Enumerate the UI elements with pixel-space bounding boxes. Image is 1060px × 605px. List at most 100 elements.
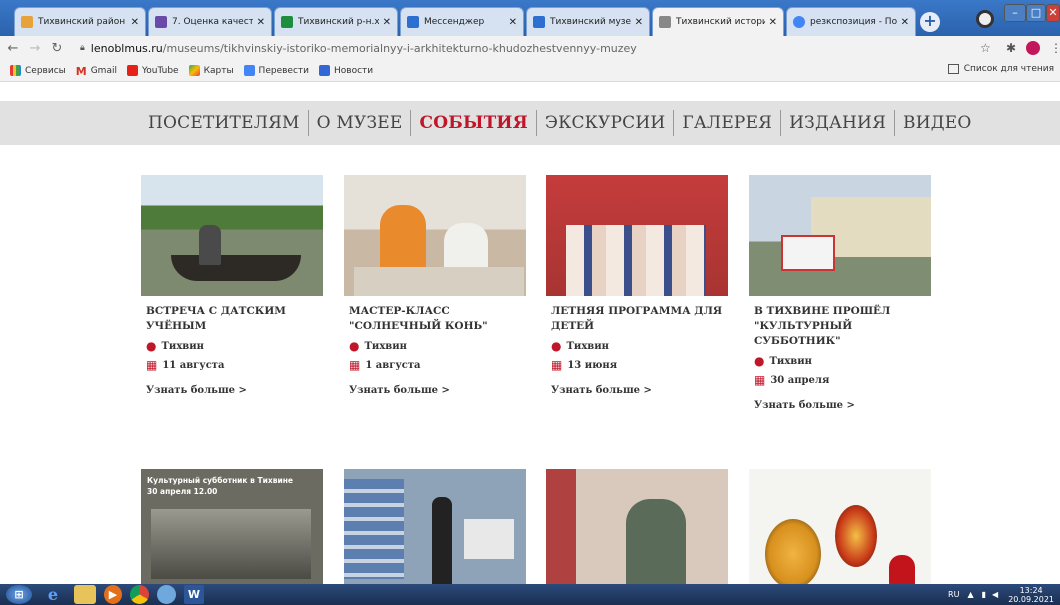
system-tray: RU ▲ ▮ ◀ 13:24 20.09.2021 (948, 584, 1054, 605)
word-icon[interactable]: W (184, 585, 204, 604)
language-indicator[interactable]: RU (948, 590, 959, 599)
close-window-button[interactable]: ✕ (1046, 4, 1060, 22)
event-date: ▦ 13 июня (551, 358, 618, 372)
forward-icon[interactable]: → (26, 41, 44, 56)
start-button[interactable]: ⊞ (6, 585, 32, 604)
profile-icon[interactable] (976, 10, 994, 28)
browser-tab[interactable]: Тихвинский музей ✕ (526, 7, 650, 36)
event-title[interactable]: В ТИХВИНЕ ПРОШЁЛ "КУЛЬТУРНЫЙ СУББОТНИК" (754, 304, 926, 349)
lock-icon[interactable]: 🔒︎ (80, 43, 85, 53)
event-place: ● Тихвин (551, 339, 609, 353)
address-bar[interactable]: lenoblmus.ru/museums/tikhvinskiy-istorik… (91, 42, 637, 55)
nav-events[interactable]: СОБЫТИЯ (411, 110, 537, 136)
event-image[interactable] (749, 175, 931, 296)
bookmark-translate[interactable]: Перевести (243, 65, 309, 76)
minimize-button[interactable]: – (1004, 4, 1026, 22)
messenger-icon[interactable] (157, 585, 176, 604)
nav-excursions[interactable]: ЭКСКУРСИИ (537, 110, 675, 136)
reading-list-button[interactable]: Список для чтения (947, 64, 1054, 74)
calendar-icon: ▦ (146, 358, 158, 372)
nav-publications[interactable]: ИЗДАНИЯ (781, 110, 896, 136)
event-image[interactable] (344, 469, 526, 585)
bookmark-gmail[interactable]: M Gmail (75, 65, 117, 78)
maximize-button[interactable]: □ (1026, 4, 1046, 22)
browser-tab-strip: Тихвинский район – ✕ 7. Оценка качества … (0, 0, 1060, 36)
close-tab-icon[interactable]: ✕ (509, 17, 517, 28)
tab-favicon-icon (155, 16, 167, 28)
browser-tab[interactable]: Мессенджер ✕ (400, 7, 524, 36)
event-date: ▦ 30 апреля (754, 373, 830, 387)
close-tab-icon[interactable]: ✕ (635, 17, 643, 28)
close-tab-icon[interactable]: ✕ (131, 17, 139, 28)
event-image[interactable] (141, 175, 323, 296)
new-tab-button[interactable]: + (920, 12, 940, 32)
location-pin-icon: ● (146, 339, 157, 353)
maps-icon (188, 65, 200, 76)
reading-list-icon (947, 64, 959, 74)
menu-dots-icon[interactable]: ⋮ (1050, 41, 1060, 55)
nav-gallery[interactable]: ГАЛЕРЕЯ (674, 110, 782, 136)
bookmark-maps[interactable]: Карты (188, 65, 234, 76)
nav-video[interactable]: ВИДЕО (895, 110, 980, 136)
chrome-icon[interactable] (130, 585, 149, 604)
location-pin-icon: ● (551, 339, 562, 353)
close-tab-icon[interactable]: ✕ (257, 17, 265, 28)
event-place: ● Тихвин (754, 354, 812, 368)
learn-more-link[interactable]: Узнать больше > (754, 400, 926, 411)
event-title[interactable]: МАСТЕР-КЛАСС "СОЛНЕЧНЫЙ КОНЬ" (349, 304, 521, 334)
ie-icon[interactable]: e (40, 585, 66, 604)
chevron-up-icon[interactable]: ▲ (967, 590, 973, 599)
tab-favicon-icon (793, 16, 805, 28)
event-image[interactable] (546, 175, 728, 296)
tab-favicon-icon (407, 16, 419, 28)
bookmark-services[interactable]: Сервисы (10, 65, 66, 76)
network-icon[interactable]: ▮ (982, 590, 986, 599)
bookmark-youtube[interactable]: YouTube (126, 65, 179, 76)
learn-more-link[interactable]: Узнать больше > (349, 385, 521, 396)
explorer-icon[interactable] (74, 585, 96, 604)
bookmarks-bar: Сервисы M Gmail YouTube Карты Перевести Н… (0, 60, 1060, 82)
event-title[interactable]: ВСТРЕЧА С ДАТСКИМ УЧЁНЫМ (146, 304, 318, 334)
event-image[interactable] (749, 469, 931, 585)
tab-favicon-icon (659, 16, 671, 28)
close-tab-icon[interactable]: ✕ (383, 17, 391, 28)
browser-tab[interactable]: 7. Оценка качества о✕ (148, 7, 272, 36)
gmail-icon: M (75, 65, 87, 78)
avatar[interactable] (1026, 41, 1040, 55)
back-icon[interactable]: ← (4, 41, 22, 56)
event-image[interactable] (546, 469, 728, 585)
calendar-icon: ▦ (754, 373, 766, 387)
calendar-icon: ▦ (349, 358, 361, 372)
media-player-icon[interactable]: ▶ (104, 585, 122, 604)
star-icon[interactable]: ☆ (980, 41, 991, 55)
learn-more-link[interactable]: Узнать больше > (146, 385, 318, 396)
event-date: ▦ 1 августа (349, 358, 421, 372)
learn-more-link[interactable]: Узнать больше > (551, 385, 723, 396)
site-nav-menu: ПОСЕТИТЕЛЯМ О МУЗЕЕ СОБЫТИЯ ЭКСКУРСИИ ГА… (0, 101, 1060, 145)
browser-tab[interactable]: Тихвинский район – ✕ (14, 7, 146, 36)
nav-about[interactable]: О МУЗЕЕ (309, 110, 412, 136)
browser-tab[interactable]: Тихвинский р-н.xlsx✕ (274, 7, 398, 36)
event-card: В ТИХВИНЕ ПРОШЁЛ "КУЛЬТУРНЫЙ СУББОТНИК" … (749, 175, 931, 411)
bookmark-news[interactable]: Новости (318, 65, 373, 76)
tab-favicon-icon (21, 16, 33, 28)
event-card: МАСТЕР-КЛАСС "СОЛНЕЧНЫЙ КОНЬ" ● Тихвин ▦ 1… (344, 175, 526, 396)
event-title[interactable]: ЛЕТНЯЯ ПРОГРАММА ДЛЯ ДЕТЕЙ (551, 304, 723, 334)
browser-tab-active[interactable]: Тихвинский историко✕ (652, 7, 784, 36)
event-card: ВСТРЕЧА С ДАТСКИМ УЧЁНЫМ ● Тихвин ▦ 11 авг… (141, 175, 323, 396)
reload-icon[interactable]: ↻ (48, 41, 66, 56)
extensions-icon[interactable]: ✱ (1006, 41, 1016, 55)
address-bar-row: ← → ↻ 🔒︎ lenoblmus.ru/museums/tikhvinski… (0, 36, 1060, 60)
event-image[interactable]: Культурный субботник в Тихвине 30 апреля … (141, 469, 323, 585)
apps-grid-icon (10, 65, 21, 76)
nav-visitors[interactable]: ПОСЕТИТЕЛЯМ (148, 110, 309, 136)
tab-favicon-icon (533, 16, 545, 28)
clock[interactable]: 13:24 20.09.2021 (1008, 586, 1054, 604)
close-tab-icon[interactable]: ✕ (769, 17, 777, 28)
volume-icon[interactable]: ◀ (992, 590, 998, 599)
browser-tab[interactable]: резкспозиция - Поис✕ (786, 7, 916, 36)
close-tab-icon[interactable]: ✕ (901, 17, 909, 28)
event-place: ● Тихвин (349, 339, 407, 353)
news-icon (318, 65, 330, 76)
event-image[interactable] (344, 175, 526, 296)
